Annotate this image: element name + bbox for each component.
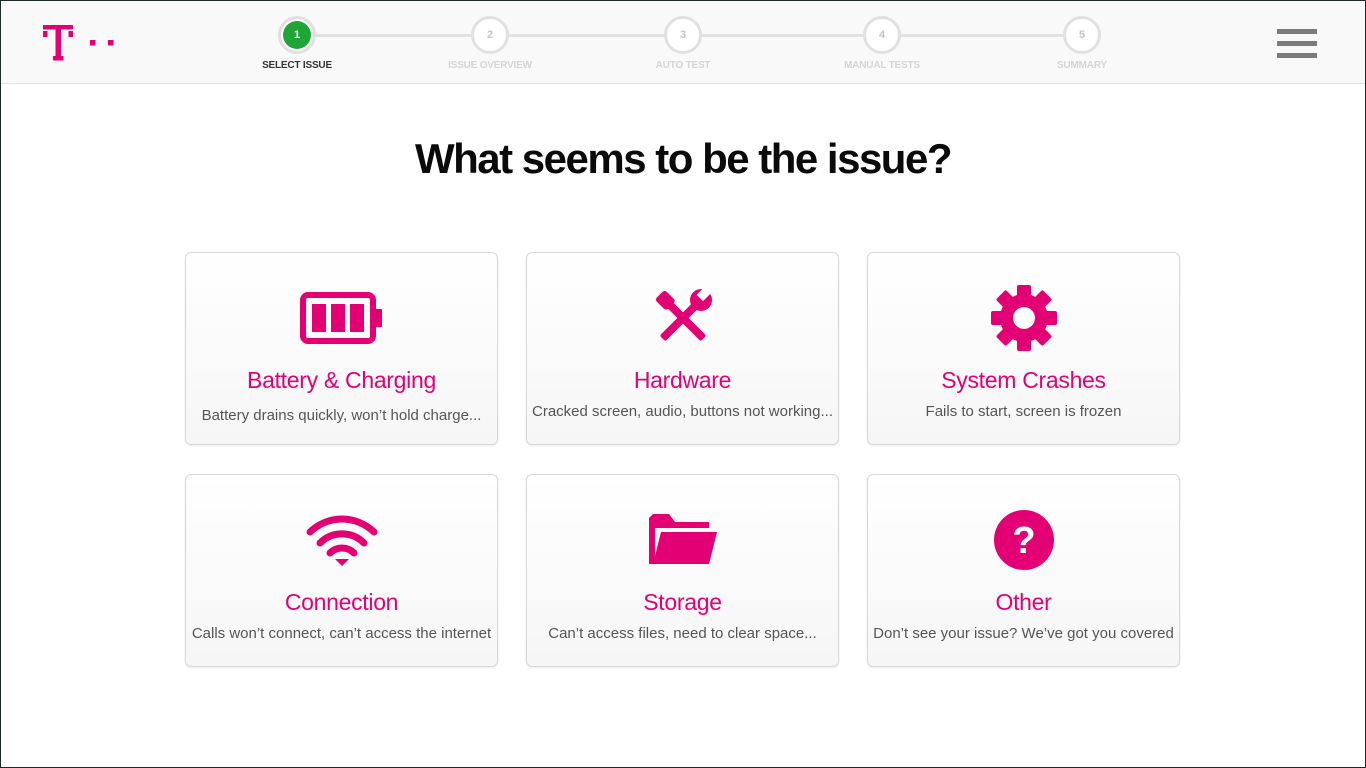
issue-card-title: Storage <box>643 589 722 615</box>
gear-icon <box>868 283 1179 353</box>
progress-stepper: 1 SELECT ISSUE 2 ISSUE OVERVIEW 3 AUTO T… <box>1 1 1365 84</box>
step-label: SUMMARY <box>1057 60 1107 71</box>
app-window: 1 SELECT ISSUE 2 ISSUE OVERVIEW 3 AUTO T… <box>1 1 1365 767</box>
issue-card-storage[interactable]: Storage Can’t access files, need to clea… <box>526 474 839 667</box>
step-indicator: 5 <box>1063 16 1101 54</box>
svg-text:?: ? <box>1012 520 1035 562</box>
issue-card-other[interactable]: ? Other Don’t see your issue? We’ve got … <box>867 474 1180 667</box>
step-indicator: 3 <box>664 16 702 54</box>
issue-card-description: Fails to start, screen is frozen <box>925 403 1122 420</box>
issue-card-description: Calls won’t connect, can’t access the in… <box>191 625 492 642</box>
question-icon: ? <box>868 505 1179 575</box>
step-number: 2 <box>486 29 494 41</box>
step-indicator: 2 <box>471 16 509 54</box>
issue-card-title: System Crashes <box>941 367 1106 393</box>
step-number: 5 <box>1078 29 1086 41</box>
issue-card-description: Battery drains quickly, won’t hold charg… <box>201 407 482 424</box>
step-label: AUTO TEST <box>655 60 711 71</box>
step-number: 1 <box>283 21 311 49</box>
step-select-issue[interactable]: 1 SELECT ISSUE <box>217 16 377 71</box>
step-issue-overview[interactable]: 2 ISSUE OVERVIEW <box>410 16 570 71</box>
step-label: SELECT ISSUE <box>262 60 332 71</box>
issue-grid: Battery & Charging Battery drains quickl… <box>185 252 1181 668</box>
issue-card-title: Hardware <box>633 367 732 393</box>
issue-card-title: Other <box>995 589 1052 615</box>
step-number: 3 <box>679 29 687 41</box>
battery-icon <box>186 283 497 353</box>
issue-card-description: Don’t see your issue? We’ve got you cove… <box>873 625 1174 642</box>
issue-card-description: Can’t access files, need to clear space.… <box>548 625 817 642</box>
step-indicator: 4 <box>863 16 901 54</box>
issue-card-description: Cracked screen, audio, buttons not worki… <box>532 403 833 420</box>
folder-icon <box>527 505 838 575</box>
issue-card-hardware[interactable]: Hardware Cracked screen, audio, buttons … <box>526 252 839 445</box>
issue-card-connection[interactable]: Connection Calls won’t connect, can’t ac… <box>185 474 498 667</box>
step-label: ISSUE OVERVIEW <box>448 60 532 71</box>
step-indicator: 1 <box>278 16 316 54</box>
issue-card-battery[interactable]: Battery & Charging Battery drains quickl… <box>185 252 498 445</box>
step-number: 4 <box>878 29 886 41</box>
header: 1 SELECT ISSUE 2 ISSUE OVERVIEW 3 AUTO T… <box>1 1 1365 84</box>
step-label: MANUAL TESTS <box>844 60 920 71</box>
tools-icon <box>527 283 838 353</box>
step-summary[interactable]: 5 SUMMARY <box>1002 16 1162 71</box>
issue-card-title: Connection <box>284 589 399 615</box>
step-auto-test[interactable]: 3 AUTO TEST <box>603 16 763 71</box>
step-manual-tests[interactable]: 4 MANUAL TESTS <box>802 16 962 71</box>
page-title: What seems to be the issue? <box>415 135 952 182</box>
hamburger-menu-icon[interactable] <box>1277 29 1317 59</box>
issue-card-system-crashes[interactable]: System Crashes Fails to start, screen is… <box>867 252 1180 445</box>
wifi-icon <box>186 505 497 575</box>
issue-card-title: Battery & Charging <box>247 367 436 393</box>
